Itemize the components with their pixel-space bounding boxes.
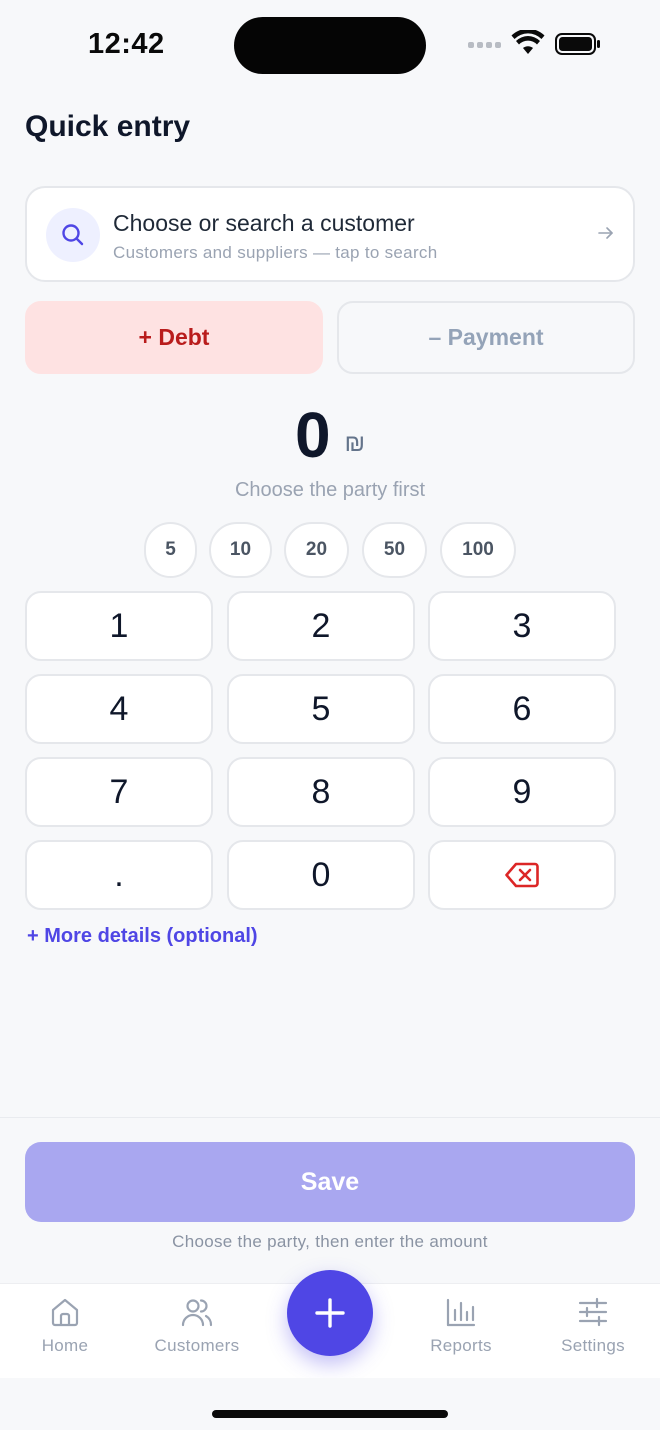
save-button[interactable]: Save — [25, 1142, 635, 1222]
keypad-key-8[interactable]: 8 — [227, 757, 415, 827]
status-bar: 12:42 — [0, 0, 660, 90]
keypad-backspace-button[interactable] — [428, 840, 616, 910]
nav-label-customers: Customers — [154, 1336, 240, 1355]
wifi-icon — [511, 30, 545, 54]
keypad-key-4[interactable]: 4 — [25, 674, 213, 744]
keypad-key-0[interactable]: 0 — [227, 840, 415, 910]
nav-item-home[interactable]: Home — [10, 1296, 120, 1356]
nav-item-reports[interactable]: Reports — [406, 1296, 516, 1356]
amount-hint: Choose the party first — [234, 479, 426, 501]
keypad-key-7[interactable]: 7 — [25, 757, 213, 827]
home-icon — [51, 1298, 79, 1327]
payment-toggle-button[interactable]: – Payment — [337, 301, 635, 374]
keypad-key-decimal[interactable]: . — [25, 840, 213, 910]
bar-chart-icon — [446, 1298, 476, 1327]
keypad-key-9[interactable]: 9 — [428, 757, 616, 827]
customer-picker-title: Choose or search a customer — [113, 210, 415, 236]
amount-display: 0 ₪ — [0, 398, 660, 472]
arrow-right-icon — [598, 227, 613, 239]
quick-amount-chip[interactable]: 100 — [440, 522, 516, 578]
customer-picker[interactable]: Choose or search a customer Customers an… — [25, 186, 635, 282]
debt-toggle-button[interactable]: + Debt — [25, 301, 323, 374]
home-indicator-area — [0, 1378, 660, 1430]
signal-icon — [468, 42, 501, 48]
save-hint: Choose the party, then enter the amount — [172, 1232, 488, 1251]
quick-amount-chip[interactable]: 5 — [144, 522, 197, 578]
nav-item-customers[interactable]: Customers — [142, 1296, 252, 1356]
nav-label-reports: Reports — [430, 1336, 492, 1355]
dynamic-island — [234, 17, 426, 74]
divider — [0, 1117, 660, 1118]
quick-amount-chip[interactable]: 20 — [284, 522, 349, 578]
nav-label-home: Home — [41, 1336, 89, 1355]
quick-amount-chip[interactable]: 50 — [362, 522, 427, 578]
plus-icon — [315, 1298, 345, 1328]
customer-picker-subtitle: Customers and suppliers — tap to search — [113, 243, 438, 262]
keypad-key-1[interactable]: 1 — [25, 591, 213, 661]
battery-icon — [555, 33, 600, 55]
more-details-link[interactable]: + More details (optional) — [27, 925, 258, 948]
status-time: 12:42 — [88, 28, 165, 60]
backspace-icon — [505, 862, 539, 888]
sliders-icon — [578, 1297, 608, 1327]
keypad-key-6[interactable]: 6 — [428, 674, 616, 744]
keypad-key-5[interactable]: 5 — [227, 674, 415, 744]
users-icon — [181, 1299, 213, 1327]
nav-item-settings[interactable]: Settings — [538, 1296, 648, 1356]
home-indicator — [212, 1410, 448, 1418]
nav-label-settings: Settings — [561, 1336, 625, 1355]
page-title: Quick entry — [25, 110, 191, 143]
quick-amount-chip[interactable]: 10 — [209, 522, 272, 578]
search-icon — [46, 208, 100, 262]
currency-symbol: ₪ — [344, 430, 365, 457]
keypad-key-2[interactable]: 2 — [227, 591, 415, 661]
amount-value: 0 — [295, 399, 331, 471]
add-entry-fab[interactable] — [287, 1270, 373, 1356]
keypad-key-3[interactable]: 3 — [428, 591, 616, 661]
